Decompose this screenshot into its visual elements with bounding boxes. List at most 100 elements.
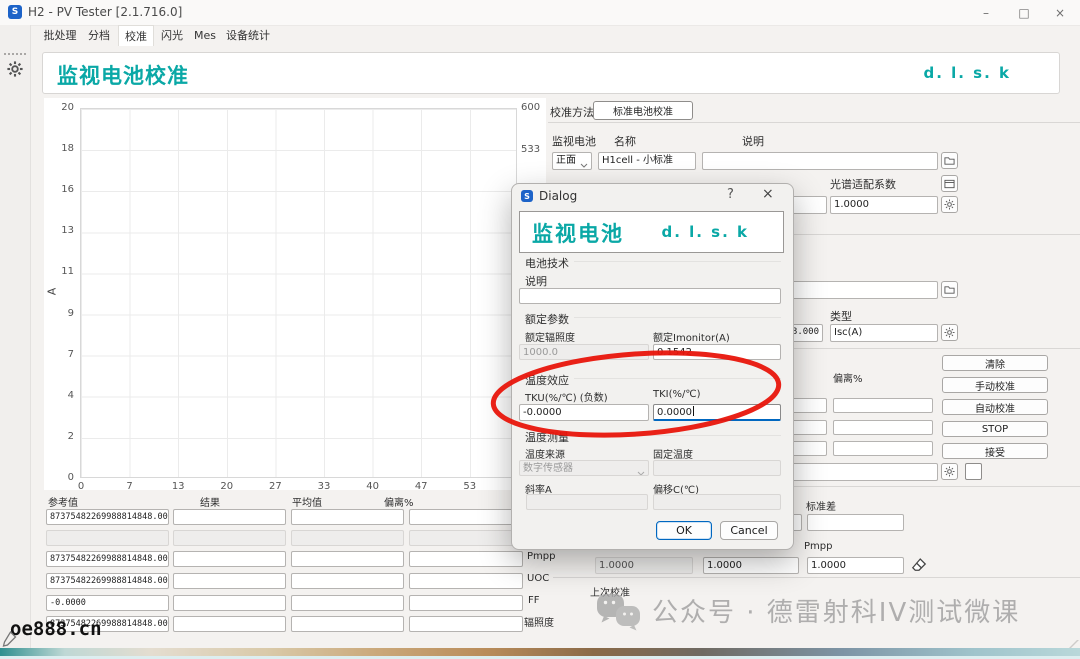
menu-tab-1[interactable]: 批处理 [40,25,80,45]
table-cell-avg[interactable] [291,551,404,567]
tku-input[interactable]: -0.0000 [519,404,649,421]
menu-tab-2[interactable]: 分档 [84,25,114,45]
name-label: 名称 [614,133,636,149]
sidebar-grip[interactable] [4,53,26,55]
calib-method-tab-button[interactable]: 标准电池校准 [593,101,693,120]
table-cell-dev[interactable] [409,530,523,546]
side-select[interactable]: 正面 [552,152,592,170]
temp-source-select[interactable]: 数字传感器 [519,460,649,476]
measure-input-deviation[interactable] [833,398,933,413]
ok-button[interactable]: OK [656,521,712,540]
folder-icon [944,285,955,295]
measure-input-deviation[interactable] [833,441,933,456]
maximize-button[interactable]: □ [1008,0,1040,25]
group-line [574,435,781,436]
table-cell-ref[interactable]: -0.0000 [46,595,169,611]
app-logo-icon: S [8,5,22,19]
spectral-input[interactable]: 1.0000 [830,196,938,214]
table-cell-dev[interactable] [409,509,523,525]
spectral-label: 光谱适配系数 [830,176,896,192]
table-cell-result[interactable] [173,551,286,567]
table-cell-result[interactable] [173,509,286,525]
action-button-3[interactable]: 自动校准 [942,399,1048,415]
menu-tab-4[interactable]: 闪光 [156,25,188,45]
row-label-FF: FF [528,595,540,606]
table-cell-result[interactable] [173,595,286,611]
action-button-1[interactable]: 清除 [942,355,1048,371]
fixed-temp-input[interactable] [653,460,781,476]
table-header-3: 平均值 [292,494,322,509]
spectrum-table-button[interactable] [941,175,958,192]
x-tick-label: 40 [362,481,384,492]
x-tick-label: 13 [167,481,189,492]
table-cell-avg[interactable] [291,509,404,525]
name-input[interactable]: H1cell - 小标准 [598,152,696,170]
y-tick-label: 18 [40,143,74,154]
separator [553,577,1080,578]
brand-text: d. l. s. k [923,64,1011,82]
menu-tab-6[interactable]: 设备统计 [222,25,274,45]
minimize-button[interactable]: – [970,0,1002,25]
settings-gear-icon[interactable] [7,61,23,81]
chevron-down-icon [580,159,588,170]
table-cell-ref[interactable]: 87375482269988814848.0000 [46,573,169,589]
table-cell-result[interactable] [173,573,286,589]
enable-checkbox[interactable] [965,463,982,480]
gear-icon [944,199,955,210]
imonitor-input[interactable]: 0.1542 [653,344,781,360]
cancel-button[interactable]: Cancel [720,521,778,540]
result-settings-button[interactable] [941,463,958,480]
table-cell-dev[interactable] [409,616,523,632]
action-button-5[interactable]: 接受 [942,443,1048,459]
wechat-watermark-text: 公众号 · 德雷射科IV测试微课 [652,592,1020,629]
table-header-1: 参考值 [48,494,78,509]
offset-input[interactable] [653,494,781,510]
table-cell-avg[interactable] [291,530,404,546]
tki-input[interactable]: 0.0000 [653,404,781,421]
table-cell-ref[interactable]: 87375482269988814848.0000 [46,551,169,567]
table-cell-ref[interactable] [46,530,169,546]
menu-tab-5[interactable]: Mes [190,25,220,45]
imonitor-label: 额定Imonitor(A) [653,329,730,344]
table-cell-ref[interactable]: 87375482269988814848.0000 [46,509,169,525]
factor-input-3[interactable]: 1.0000 [807,557,904,574]
measure-input-deviation[interactable] [833,420,933,435]
dialog-help-button[interactable]: ? [727,187,734,202]
table-cell-dev[interactable] [409,551,523,567]
menu-tab-3[interactable]: 校准 [118,25,154,46]
type-settings-button[interactable] [941,324,958,341]
eraser-button[interactable] [909,554,929,578]
action-button-2[interactable]: 手动校准 [942,377,1048,393]
right-tick-label: 533 [521,144,540,155]
text-caret [693,406,694,416]
desc-input[interactable] [702,152,938,170]
open-folder-button[interactable] [941,152,958,169]
dialog-close-button[interactable]: × [762,186,774,202]
dialog-desc-input[interactable] [519,288,781,304]
pmpp-factor-label: Pmpp [804,541,832,552]
temp-source-label: 温度来源 [525,446,565,461]
table-cell-result[interactable] [173,616,286,632]
table-cell-avg[interactable] [291,573,404,589]
irradiance-input[interactable]: 1000.0 [519,344,649,360]
separator [548,122,1080,123]
table-cell-avg[interactable] [291,616,404,632]
spectral-settings-button[interactable] [941,196,958,213]
type-input[interactable]: Isc(A) [830,324,938,342]
factor-input-1[interactable]: 1.0000 [595,557,693,574]
close-button[interactable]: × [1044,0,1076,25]
table-cell-result[interactable] [173,530,286,546]
row-label-Pmpp: Pmpp [527,551,555,562]
table-cell-avg[interactable] [291,595,404,611]
irradiance-label: 额定辐照度 [525,329,575,344]
factor-input-2[interactable]: 1.0000 [703,557,799,574]
browse-folder-button[interactable] [941,281,958,298]
y-axis-title: A [45,288,58,296]
temp-meas-group-label: 温度测量 [525,429,569,445]
table-cell-dev[interactable] [409,595,523,611]
gear-icon [944,466,955,477]
table-cell-dev[interactable] [409,573,523,589]
slope-input[interactable] [526,494,648,510]
std-dev-input[interactable] [807,514,904,531]
action-button-4[interactable]: STOP [942,421,1048,437]
